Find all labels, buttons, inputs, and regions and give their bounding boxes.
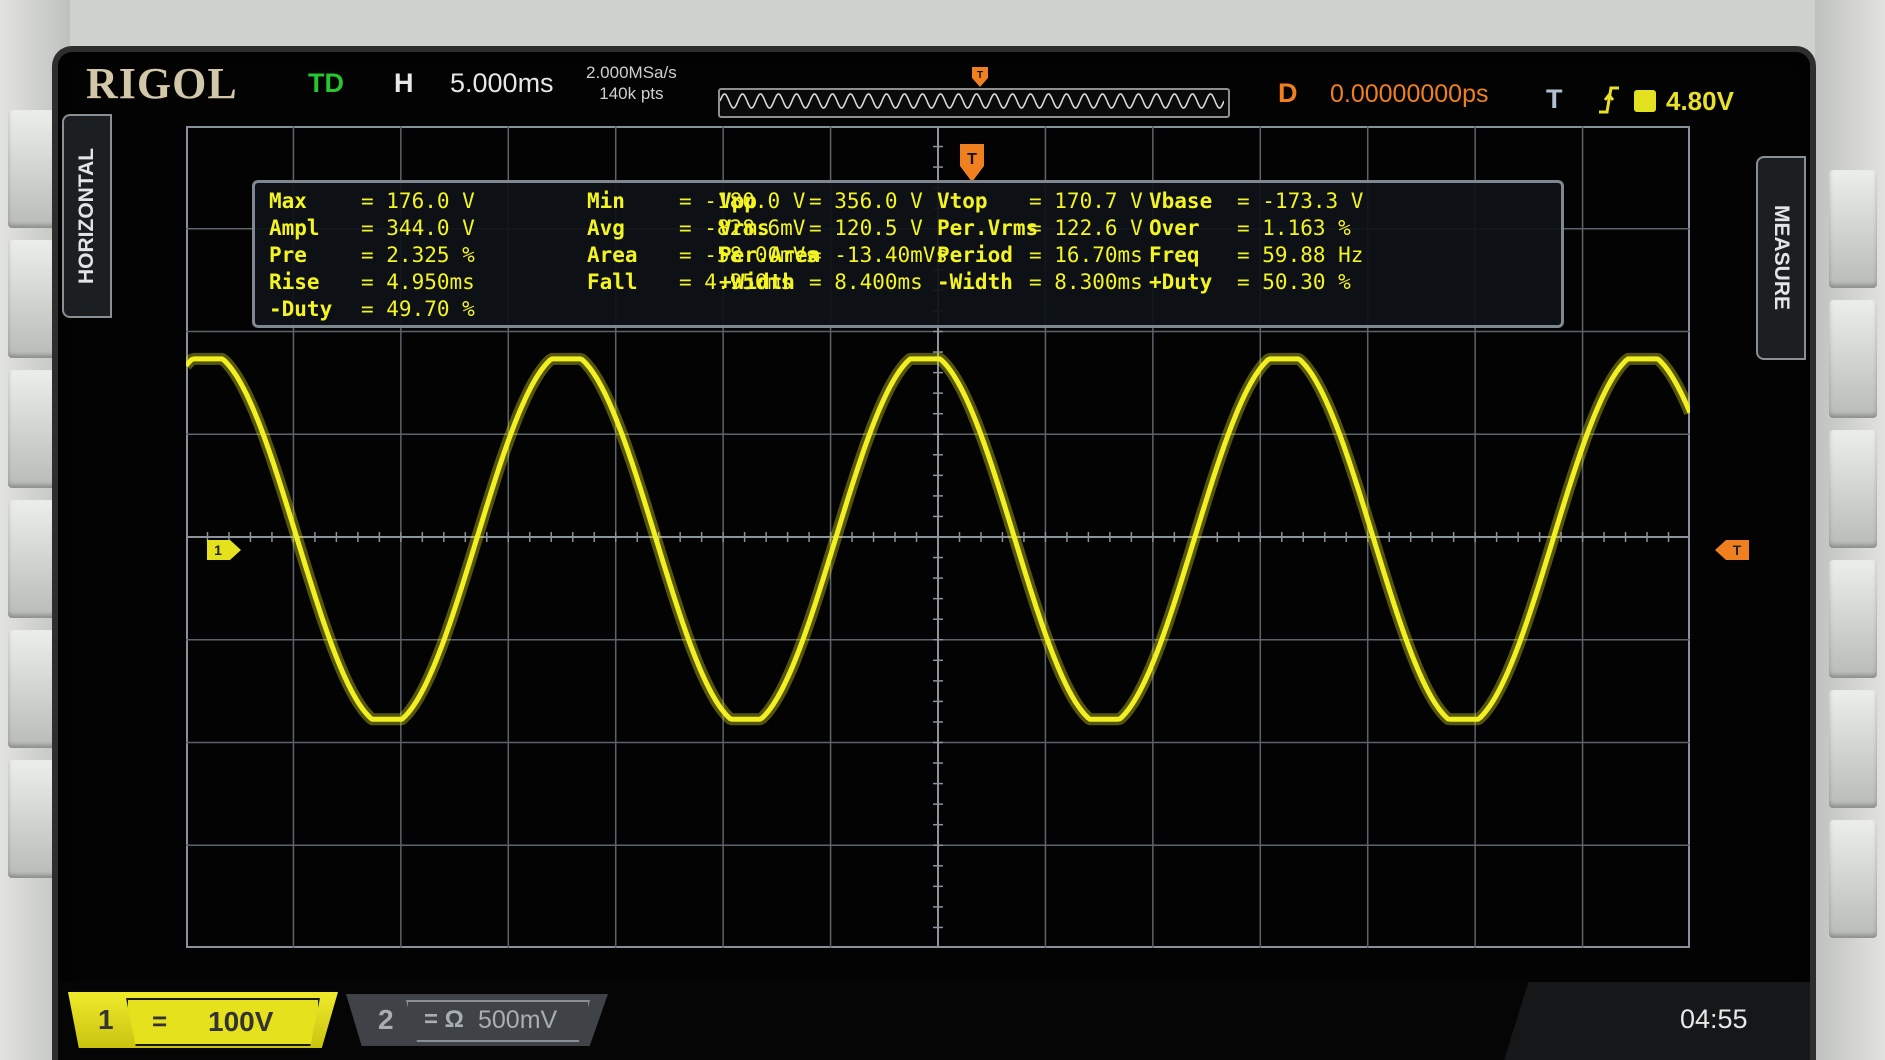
trigger-level-marker-icon[interactable]: T [1714, 539, 1750, 561]
measurement-name: Vrms [719, 216, 770, 240]
right-bezel [1815, 0, 1885, 1060]
channel1-scale: 100V [208, 1006, 274, 1037]
measurement-value: = 356.0 V [809, 189, 923, 213]
channel2-control[interactable]: 2 = Ω 500mV [346, 994, 608, 1046]
measurement-name: Area [587, 243, 638, 267]
rising-edge-icon [1599, 86, 1619, 114]
sample-rate: 2.000MSa/s [586, 63, 677, 82]
measurement-row: -Duty = 49.70 % [269, 297, 1547, 324]
svg-text:T: T [977, 70, 983, 81]
measurement-name: -Duty [269, 297, 333, 321]
measurement-name: Fall [587, 270, 638, 294]
measurement-name: Ampl [269, 216, 320, 240]
measurement-name: Pre [269, 243, 307, 267]
memory-overview-bar [718, 88, 1230, 118]
channel1-control[interactable]: 1 = 100V [68, 992, 338, 1048]
measurement-name: Vtop [937, 189, 988, 213]
oscilloscope-screen: RIGOL TD H 5.000ms 2.000MSa/s 140k pts T… [58, 52, 1810, 1060]
memory-overview-waveform [720, 93, 1224, 109]
memory-depth: 140k pts [599, 84, 664, 103]
bezel-key[interactable] [8, 110, 56, 228]
channel2-coupling: = Ω [424, 1006, 464, 1033]
measure-tab[interactable]: MEASURE [1756, 156, 1806, 360]
measurement-value: = 16.70ms [1029, 243, 1143, 267]
measurement-value: = 344.0 V [361, 216, 475, 240]
memory-overview-trace [720, 93, 1224, 109]
timebase-value[interactable]: 5.000ms [450, 68, 554, 99]
measurement-row: Rise = 4.950ms Fall = 4.950ms +Width = 8.400m… [269, 270, 1547, 297]
channel2-scale: 500mV [478, 1006, 558, 1034]
measurement-name: Over [1149, 216, 1200, 240]
horizontal-tab[interactable]: HORIZONTAL [62, 114, 112, 318]
measurement-value: = 176.0 V [361, 189, 475, 213]
channel1-ground-marker-icon[interactable]: 1 [206, 539, 242, 561]
bezel-key[interactable] [8, 630, 56, 748]
measurement-name: -Width [937, 270, 1013, 294]
measurement-row: Pre = 2.325 % Area = -58.00mVs Per.Area = -13… [269, 243, 1547, 270]
measurement-value: = 170.7 V [1029, 189, 1143, 213]
channel1-settings[interactable]: = 100V [126, 998, 320, 1046]
clock-area: 04:55 [1504, 982, 1810, 1060]
measurement-name: Freq [1149, 243, 1200, 267]
bezel-key[interactable] [1829, 820, 1877, 938]
channel2-settings[interactable]: = Ω 500mV [406, 1000, 590, 1042]
brand-logo: RIGOL [86, 59, 238, 108]
trigger-position-icon: T [972, 67, 988, 87]
measurement-name: Rise [269, 270, 320, 294]
measurement-name: Vpp [719, 189, 757, 213]
delay-label: D [1278, 78, 1298, 108]
measurement-name: Per.Area [719, 243, 821, 267]
measurement-value: = 50.30 % [1237, 270, 1351, 294]
measurement-name: Vbase [1149, 189, 1213, 213]
measurement-value: = 122.6 V [1029, 216, 1143, 240]
measurement-panel: Max = 176.0 V Min = -180.0 V Vpp = 356.0 V Vto… [252, 180, 1564, 328]
measurement-name: Period [937, 243, 1013, 267]
channel2-number: 2 [378, 1004, 394, 1035]
measurement-value: = 1.163 % [1237, 216, 1351, 240]
bezel-key[interactable] [1829, 300, 1877, 418]
measurement-value: = 8.400ms [809, 270, 923, 294]
measurement-rows: Max = 176.0 V Min = -180.0 V Vpp = 356.0 V Vto… [269, 189, 1547, 324]
clock: 04:55 [1680, 1004, 1748, 1034]
measurement-value: = 2.325 % [361, 243, 475, 267]
bezel-key[interactable] [8, 760, 56, 878]
measurement-name: +Width [719, 270, 795, 294]
bezel-key[interactable] [8, 240, 56, 358]
bezel-key[interactable] [1829, 690, 1877, 808]
measurement-value: = 120.5 V [809, 216, 923, 240]
measurement-name: +Duty [1149, 270, 1213, 294]
measurement-name: Max [269, 189, 307, 213]
run-state[interactable]: TD [308, 68, 344, 99]
measurement-value: = -173.3 V [1237, 189, 1364, 213]
measurement-value: = 59.88 Hz [1237, 243, 1364, 267]
measurement-value: = 49.70 % [361, 297, 475, 321]
bezel-key[interactable] [1829, 170, 1877, 288]
measurement-value: = 8.300ms [1029, 270, 1143, 294]
svg-text:T: T [1733, 542, 1742, 558]
bezel-key[interactable] [8, 500, 56, 618]
measurement-name: Avg [587, 216, 625, 240]
channel1-number: 1 [98, 1004, 114, 1035]
delay-value[interactable]: 0.00000000ps [1330, 80, 1488, 109]
trigger-position-marker-icon[interactable]: T [958, 142, 986, 184]
trigger-label: T [1546, 84, 1563, 114]
measurement-value: = 4.950ms [361, 270, 475, 294]
trigger-level[interactable]: 4.80V [1666, 86, 1734, 117]
measurement-value: = -13.40mVs [809, 243, 949, 267]
bezel-key[interactable] [1829, 560, 1877, 678]
svg-text:1: 1 [214, 542, 222, 558]
bezel-key[interactable] [8, 370, 56, 488]
measurement-name: Min [587, 189, 625, 213]
channel1-coupling: = [152, 1006, 168, 1036]
measurement-row: Max = 176.0 V Min = -180.0 V Vpp = 356.0 V Vto… [269, 189, 1547, 216]
horizontal-label: H [394, 68, 414, 98]
svg-text:T: T [967, 151, 977, 168]
measurement-name: Per.Vrms [937, 216, 1039, 240]
measurement-row: Ampl = 344.0 V Avg = -828.6mV Vrms = 120.5 VP… [269, 216, 1547, 243]
trigger-source-icon [1634, 90, 1656, 112]
channel-bar: 1 = 100V 2 = Ω 500mV 04:55 [58, 982, 1810, 1060]
acquisition-info: 2.000MSa/s 140k pts [586, 62, 677, 104]
status-bar: RIGOL TD H 5.000ms 2.000MSa/s 140k pts T… [58, 52, 1810, 122]
bezel-key[interactable] [1829, 430, 1877, 548]
